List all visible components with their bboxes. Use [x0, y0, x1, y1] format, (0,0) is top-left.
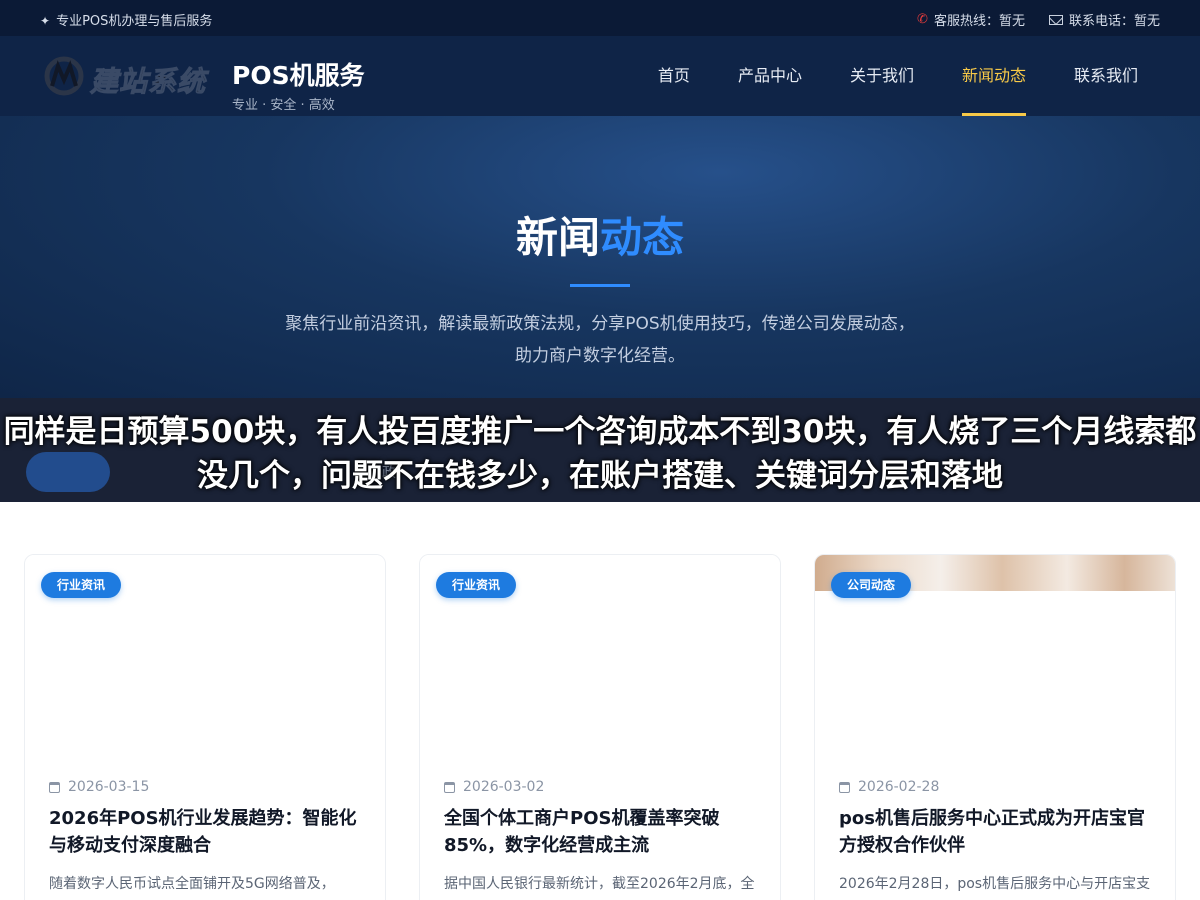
news-list: 行业资讯 2026-03-15 2026年POS机行业发展趋势：智能化与移动支付…	[24, 554, 1176, 900]
page-banner: 新闻动态 聚焦行业前沿资讯，解读最新政策法规，分享POS机使用技巧，传递公司发展…	[0, 116, 1200, 398]
category-badge: 行业资讯	[436, 572, 517, 598]
hotline-value: 暂无	[998, 14, 1025, 29]
card-excerpt: 2026年2月28日，pos机售后服务中心与开店宝支	[839, 876, 1151, 892]
nav-home[interactable]: 首页	[658, 36, 690, 116]
contact-info: ✆ 客服热线：暂无 联系电话：暂无	[917, 10, 1160, 29]
phone-icon: ✆	[917, 12, 928, 27]
brand-name: POS机服务	[232, 61, 365, 90]
tagline: ✦ 专业POS机办理与售后服务	[40, 10, 212, 29]
category-badge: 公司动态	[831, 572, 912, 598]
overlay-caption: 同样是日预算500块，有人投百度推广一个咨询成本不到30块，有人烧了三个月线索都…	[3, 414, 1197, 494]
tagline-text: 专业POS机办理与售后服务	[56, 14, 213, 29]
card-date: 2026-03-15	[49, 779, 149, 795]
mail-icon	[1048, 14, 1063, 25]
title-underline	[570, 284, 630, 287]
news-card[interactable]: 行业资讯 2026-03-02 全国个体工商户POS机覆盖率突破85%，数字化经…	[419, 554, 781, 900]
category-badge: 行业资讯	[41, 572, 122, 598]
nav-about[interactable]: 关于我们	[850, 36, 914, 116]
nav-products[interactable]: 产品中心	[738, 36, 802, 116]
card-date: 2026-02-28	[839, 779, 939, 795]
sparkle-icon: ✦	[40, 14, 51, 28]
date-text: 2026-03-02	[463, 779, 545, 795]
site-header: 建站系统 POS机服务 专业 · 安全 · 高效 首页 产品中心 关于我们 新闻…	[0, 36, 1200, 116]
calendar-icon	[49, 781, 60, 793]
calendar-icon	[839, 781, 850, 793]
phone-label: 联系电话：	[1068, 14, 1134, 29]
calendar-icon	[444, 781, 455, 793]
brand[interactable]: POS机服务 专业 · 安全 · 高效	[232, 56, 365, 113]
date-text: 2026-03-15	[68, 779, 150, 795]
card-title[interactable]: 2026年POS机行业发展趋势：智能化与移动支付深度融合	[49, 805, 365, 859]
card-excerpt: 据中国人民银行最新统计，截至2026年2月底，全	[444, 876, 755, 892]
news-card[interactable]: 公司动态 2026-02-28 pos机售后服务中心正式成为开店宝官方授权合作伙…	[814, 554, 1176, 900]
main-nav: 首页 产品中心 关于我们 新闻动态 联系我们	[658, 36, 1138, 116]
top-info-bar: ✦ 专业POS机办理与售后服务 ✆ 客服热线：暂无 联系电话：暂无	[0, 0, 1200, 36]
date-text: 2026-02-28	[858, 779, 940, 795]
logo-icon[interactable]	[44, 56, 84, 96]
phone-value: 暂无	[1133, 14, 1160, 29]
brand-slogan: 专业 · 安全 · 高效	[232, 98, 335, 113]
nav-news[interactable]: 新闻动态	[961, 36, 1026, 116]
page-title-accent: 动态	[600, 213, 685, 262]
nav-contact[interactable]: 联系我们	[1074, 36, 1138, 116]
card-date: 2026-03-02	[444, 779, 544, 795]
contact-phone: 联系电话：暂无	[1048, 10, 1160, 29]
hotline: ✆ 客服热线：暂无	[917, 10, 1025, 29]
card-title[interactable]: pos机售后服务中心正式成为开店宝官方授权合作伙伴	[839, 805, 1155, 859]
logo-text[interactable]: 建站系统	[89, 60, 206, 100]
hotline-label: 客服热线：	[933, 14, 999, 29]
page-description: 聚焦行业前沿资讯，解读最新政策法规，分享POS机使用技巧，传递公司发展动态，助力…	[285, 314, 915, 366]
page-title: 新闻动态	[0, 204, 1200, 265]
news-card[interactable]: 行业资讯 2026-03-15 2026年POS机行业发展趋势：智能化与移动支付…	[24, 554, 386, 900]
page-title-main: 新闻	[515, 213, 600, 262]
card-title[interactable]: 全国个体工商户POS机覆盖率突破85%，数字化经营成主流	[444, 805, 760, 859]
card-excerpt: 随着数字人民币试点全面铺开及5G网络普及，	[49, 876, 335, 892]
